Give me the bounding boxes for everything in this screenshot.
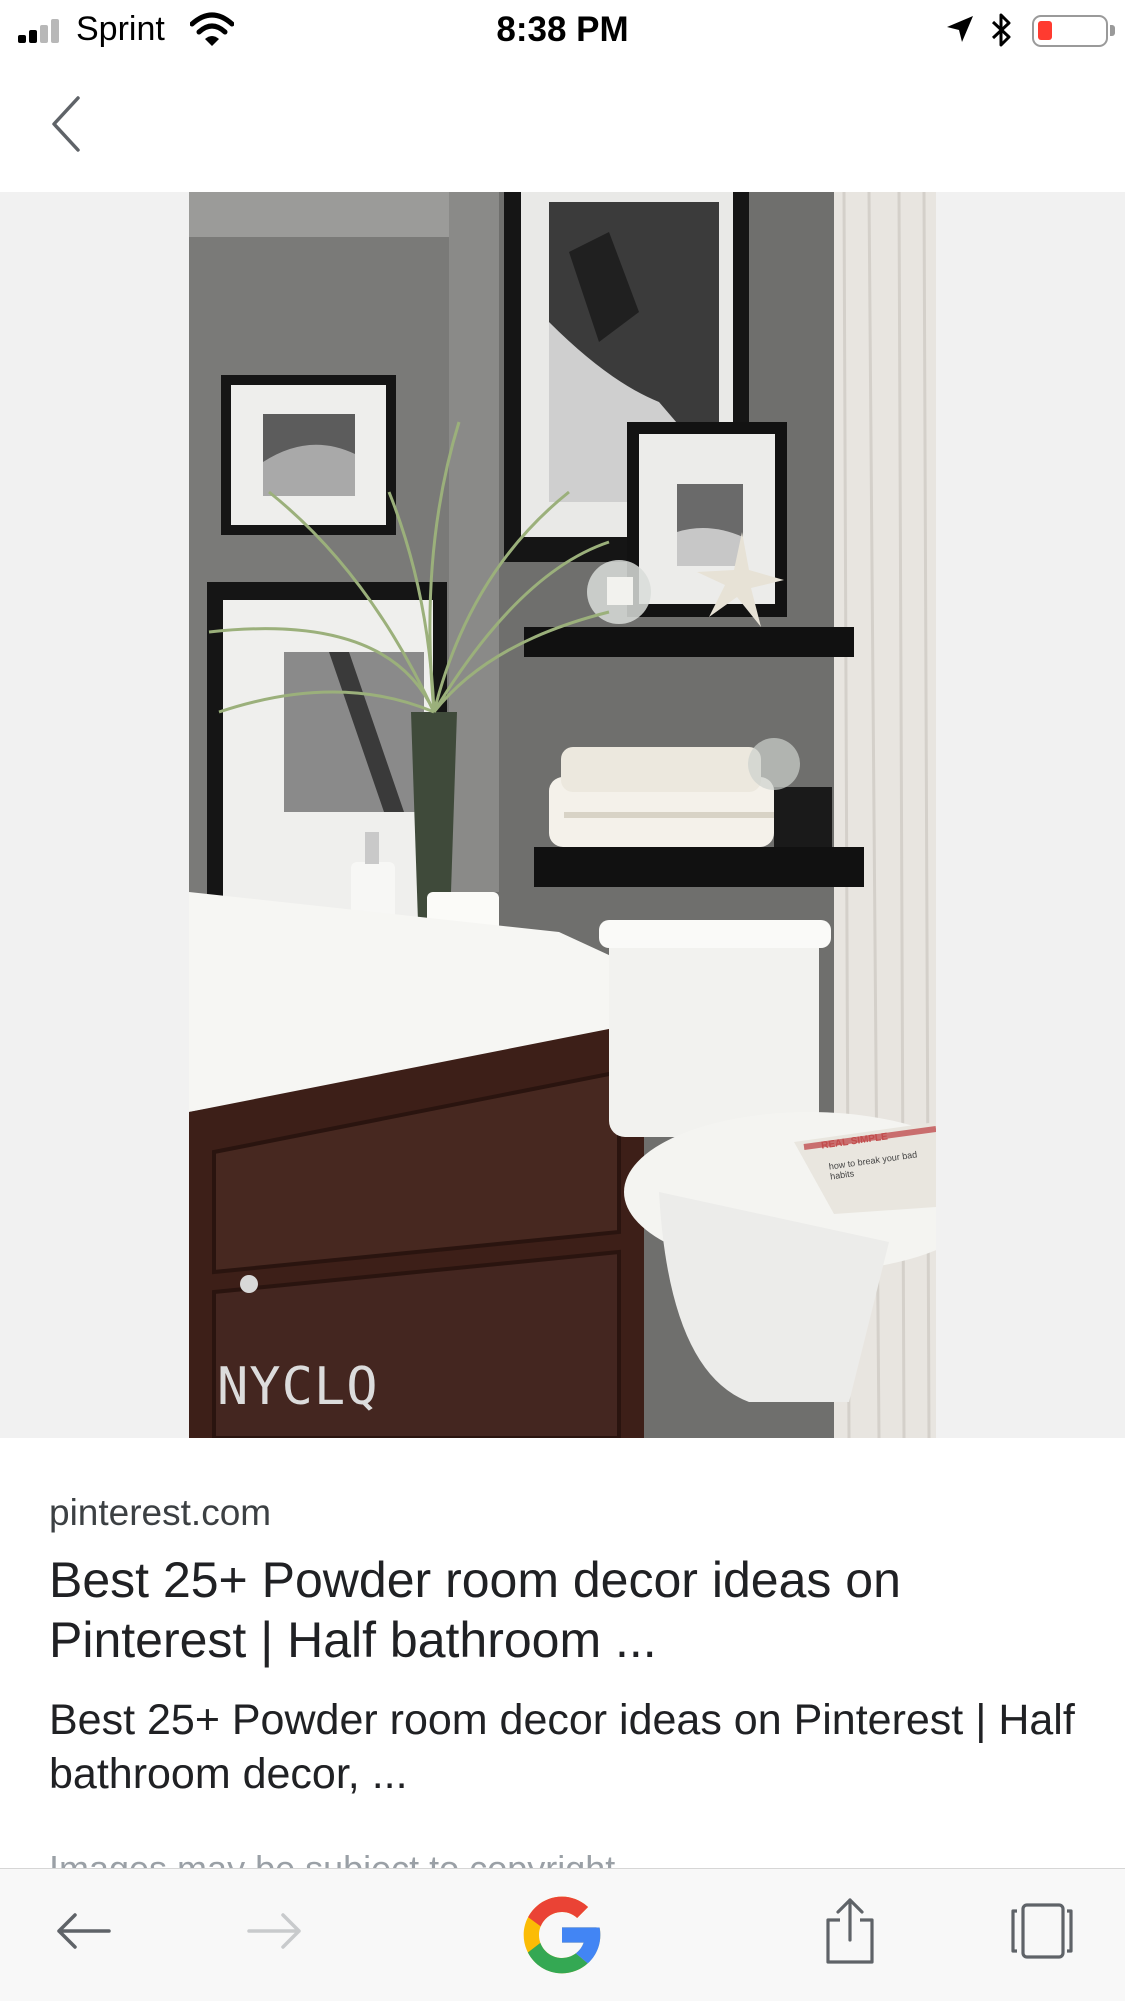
tabs-icon[interactable] <box>1002 1891 1082 1971</box>
forward-arrow-icon[interactable] <box>240 1891 310 1971</box>
bottom-toolbar <box>0 1868 1125 2001</box>
status-bar: Sprint 8:38 PM <box>0 0 1125 62</box>
bluetooth-icon <box>991 13 1011 47</box>
battery-icon <box>1032 15 1115 47</box>
share-icon[interactable] <box>815 1891 885 1971</box>
chevron-left-icon[interactable] <box>46 92 86 156</box>
image-viewer[interactable]: NYCLQ REAL SIMPLE how to break your bad … <box>0 192 1125 1438</box>
image-watermark: NYCLQ <box>217 1357 379 1417</box>
back-arrow-icon[interactable] <box>48 1891 118 1971</box>
location-arrow-icon <box>947 16 973 42</box>
result-title[interactable]: Best 25+ Powder room decor ideas on Pint… <box>49 1550 1079 1670</box>
result-snippet: Best 25+ Powder room decor ideas on Pint… <box>49 1696 1075 1798</box>
google-logo-icon[interactable] <box>512 1885 612 1985</box>
result-image[interactable]: NYCLQ REAL SIMPLE how to break your bad … <box>189 192 936 1438</box>
result-source[interactable]: pinterest.com <box>49 1492 271 1534</box>
